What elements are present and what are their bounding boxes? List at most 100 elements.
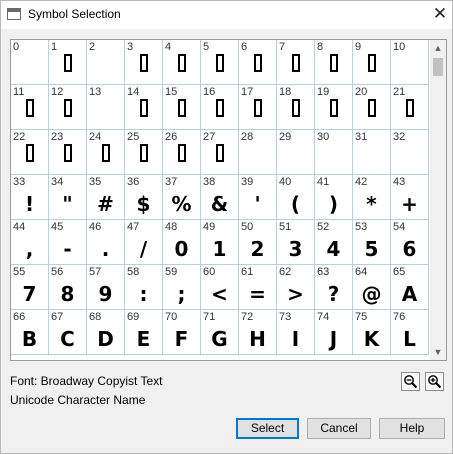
symbol-cell[interactable]: 44, bbox=[11, 220, 49, 265]
symbol-cell[interactable]: 48 0 bbox=[163, 220, 201, 265]
symbol-cell[interactable]: 40 ( bbox=[277, 175, 315, 220]
symbol-cell[interactable]: 9 bbox=[353, 40, 391, 85]
missing-glyph-icon bbox=[26, 144, 34, 162]
select-button[interactable]: Select bbox=[236, 418, 299, 439]
symbol-cell[interactable]: 0 bbox=[11, 40, 49, 85]
symbol-cell[interactable]: 22 bbox=[11, 130, 49, 175]
symbol-cell[interactable]: 73 I bbox=[277, 310, 315, 355]
close-icon[interactable]: ✕ bbox=[429, 3, 451, 25]
symbol-cell[interactable]: 74 J bbox=[315, 310, 353, 355]
symbol-glyph: & bbox=[210, 192, 229, 216]
symbol-cell[interactable]: 76 L bbox=[391, 310, 429, 355]
symbol-cell[interactable]: 57 9 bbox=[87, 265, 125, 310]
zoom-out-button[interactable] bbox=[401, 372, 420, 391]
symbol-cell[interactable]: 39 ' bbox=[239, 175, 277, 220]
symbol-code: 7 bbox=[279, 41, 286, 53]
scrollbar-thumb[interactable] bbox=[433, 58, 443, 76]
symbol-cell[interactable]: 45 - bbox=[49, 220, 87, 265]
symbol-glyph: ; bbox=[177, 282, 186, 306]
symbol-cell[interactable]: 63? bbox=[315, 265, 353, 310]
symbol-cell[interactable]: 32 bbox=[391, 130, 429, 175]
scroll-up-arrow-icon[interactable]: ▲ bbox=[430, 40, 446, 56]
symbol-glyph: ( bbox=[290, 192, 301, 216]
symbol-cell[interactable]: 12 bbox=[49, 85, 87, 130]
symbol-cell[interactable]: 23 bbox=[49, 130, 87, 175]
symbol-cell[interactable]: 68 D bbox=[87, 310, 125, 355]
symbol-cell[interactable]: 67 C bbox=[49, 310, 87, 355]
symbol-cell[interactable]: 66 B bbox=[11, 310, 49, 355]
symbol-cell[interactable]: 59; bbox=[163, 265, 201, 310]
symbol-cell[interactable]: 43 + bbox=[391, 175, 429, 220]
symbol-cell[interactable]: 50 2 bbox=[239, 220, 277, 265]
symbol-code: 60 bbox=[203, 266, 216, 278]
symbol-cell[interactable]: 54 6 bbox=[391, 220, 429, 265]
symbol-cell[interactable]: 52 4 bbox=[315, 220, 353, 265]
symbol-cell[interactable]: 58: bbox=[125, 265, 163, 310]
symbol-cell[interactable]: 29 bbox=[277, 130, 315, 175]
symbol-cell[interactable]: 30 bbox=[315, 130, 353, 175]
symbol-cell[interactable]: 19 bbox=[315, 85, 353, 130]
zoom-in-icon bbox=[428, 375, 442, 389]
symbol-glyph: - bbox=[63, 237, 72, 261]
symbol-cell[interactable]: 4 bbox=[163, 40, 201, 85]
symbol-cell[interactable]: 56 8 bbox=[49, 265, 87, 310]
symbol-cell[interactable]: 34 " bbox=[49, 175, 87, 220]
symbol-cell[interactable]: 13 bbox=[87, 85, 125, 130]
symbol-cell[interactable]: 15 bbox=[163, 85, 201, 130]
symbol-cell[interactable]: 61 = bbox=[239, 265, 277, 310]
symbol-cell[interactable]: 6 bbox=[239, 40, 277, 85]
symbol-cell[interactable]: 35 # bbox=[87, 175, 125, 220]
symbol-cell[interactable]: 42 * bbox=[353, 175, 391, 220]
symbol-cell[interactable]: 70 F bbox=[163, 310, 201, 355]
symbol-cell[interactable]: 75 K bbox=[353, 310, 391, 355]
symbol-cell[interactable]: 21 bbox=[391, 85, 429, 130]
symbol-cell[interactable]: 37% bbox=[163, 175, 201, 220]
symbol-cell[interactable]: 53 5 bbox=[353, 220, 391, 265]
symbol-cell[interactable]: 41) bbox=[315, 175, 353, 220]
scroll-down-arrow-icon[interactable]: ▼ bbox=[430, 344, 446, 360]
help-button[interactable]: Help bbox=[379, 418, 445, 439]
symbol-cell[interactable]: 49 1 bbox=[201, 220, 239, 265]
symbol-cell[interactable]: 60 < bbox=[201, 265, 239, 310]
symbol-cell[interactable]: 11 bbox=[11, 85, 49, 130]
symbol-cell[interactable]: 16 bbox=[201, 85, 239, 130]
symbol-cell[interactable]: 26 bbox=[163, 130, 201, 175]
symbol-cell[interactable]: 28 bbox=[239, 130, 277, 175]
symbol-cell[interactable]: 71 G bbox=[201, 310, 239, 355]
missing-glyph-icon bbox=[178, 144, 186, 162]
symbol-cell[interactable]: 17 bbox=[239, 85, 277, 130]
symbol-cell[interactable]: 62 > bbox=[277, 265, 315, 310]
symbol-cell[interactable]: 3 bbox=[125, 40, 163, 85]
symbol-cell[interactable]: 25 bbox=[125, 130, 163, 175]
symbol-cell[interactable]: 46. bbox=[87, 220, 125, 265]
zoom-in-button[interactable] bbox=[425, 372, 444, 391]
symbol-cell[interactable]: 14 bbox=[125, 85, 163, 130]
symbol-cell[interactable]: 51 3 bbox=[277, 220, 315, 265]
symbol-cell[interactable]: 64 @ bbox=[353, 265, 391, 310]
symbol-cell[interactable]: 1 bbox=[49, 40, 87, 85]
symbol-cell[interactable]: 47 / bbox=[125, 220, 163, 265]
symbol-cell[interactable]: 7 bbox=[277, 40, 315, 85]
vertical-scrollbar[interactable]: ▲ ▼ bbox=[430, 40, 446, 360]
symbol-glyph: 7 bbox=[22, 282, 37, 306]
symbol-cell[interactable]: 8 bbox=[315, 40, 353, 85]
symbol-cell[interactable]: 2 bbox=[87, 40, 125, 85]
symbol-cell[interactable]: 33! bbox=[11, 175, 49, 220]
symbol-cell[interactable]: 20 bbox=[353, 85, 391, 130]
symbol-cell[interactable]: 55 7 bbox=[11, 265, 49, 310]
cancel-button[interactable]: Cancel bbox=[307, 418, 371, 439]
symbol-cell[interactable]: 10 bbox=[391, 40, 429, 85]
symbol-cell[interactable]: 69 E bbox=[125, 310, 163, 355]
symbol-cell[interactable]: 5 bbox=[201, 40, 239, 85]
symbol-cell[interactable]: 18 bbox=[277, 85, 315, 130]
symbol-cell[interactable]: 72 H bbox=[239, 310, 277, 355]
symbol-cell[interactable]: 36 $ bbox=[125, 175, 163, 220]
symbol-code: 41 bbox=[317, 176, 330, 188]
symbol-cell[interactable]: 24 bbox=[87, 130, 125, 175]
symbol-cell[interactable]: 31 bbox=[353, 130, 391, 175]
symbol-cell[interactable]: 27 bbox=[201, 130, 239, 175]
symbol-cell[interactable]: 38 & bbox=[201, 175, 239, 220]
symbol-code: 59 bbox=[165, 266, 178, 278]
symbol-cell[interactable]: 65 A bbox=[391, 265, 429, 310]
symbol-code: 72 bbox=[241, 311, 254, 323]
